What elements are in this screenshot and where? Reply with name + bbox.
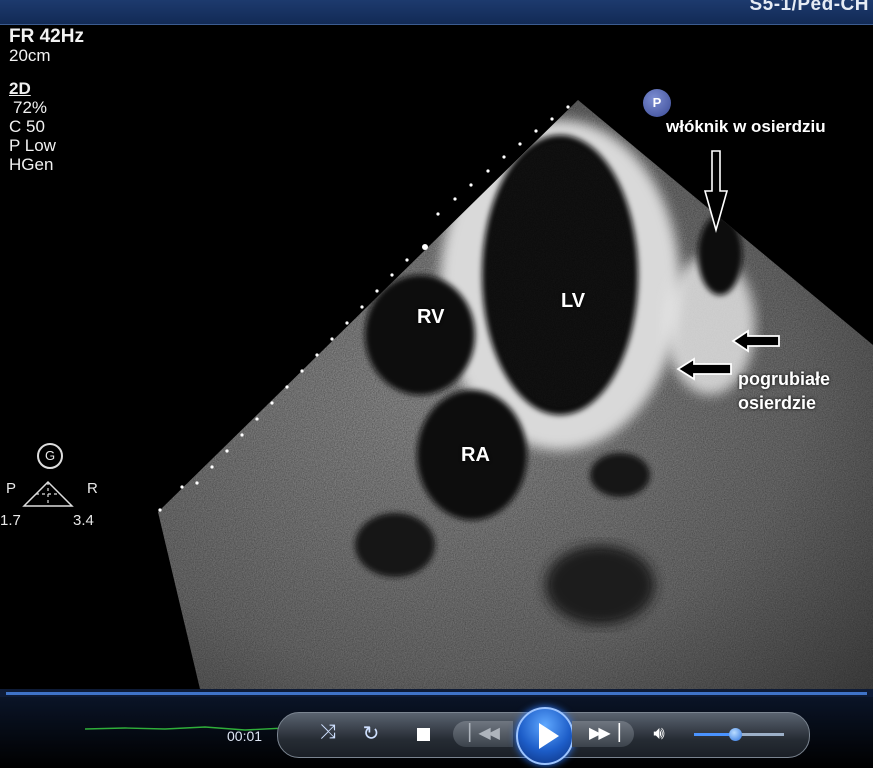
thickened-pericardium-annotation: pogrubiałe osierdzie xyxy=(738,367,830,415)
play-icon xyxy=(539,723,559,749)
annotation-line-2: osierdzie xyxy=(738,393,817,413)
seek-bar[interactable] xyxy=(0,689,873,697)
frame-rate: FR 42Hz xyxy=(9,26,84,47)
annotation-line-1: pogrubiałe xyxy=(738,369,831,389)
repeat-icon: ↻ xyxy=(362,723,380,745)
gain: 72% xyxy=(13,98,48,117)
compression: C 50 xyxy=(9,117,45,136)
imaging-mode: 2D xyxy=(9,79,31,98)
orientation-indicator: G P R 1.7 3.4 xyxy=(0,440,110,530)
shuffle-icon: ⤨ xyxy=(320,721,336,743)
frequency: HGen xyxy=(9,155,54,174)
stop-icon xyxy=(416,728,430,741)
mute-button[interactable]: 🔊︎ xyxy=(647,723,671,747)
volume-slider[interactable] xyxy=(694,728,784,741)
title-bar: S5-1/Ped-CH xyxy=(0,0,873,25)
shuffle-button[interactable]: ⤨ xyxy=(313,721,343,747)
previous-icon: ▏◀◀ xyxy=(469,725,500,742)
acquisition-parameters: FR 42Hz 20cm 2D 72% C 50 P Low HGen xyxy=(9,27,84,174)
power: P Low xyxy=(9,136,56,155)
next-icon: ▶▶▕ xyxy=(589,725,620,742)
orientation-right-label: R xyxy=(87,480,98,497)
orientation-right-value: 3.4 xyxy=(73,512,94,529)
ultrasound-viewport: FR 42Hz 20cm 2D 72% C 50 P Low HGen P wł… xyxy=(0,25,873,689)
volume-knob[interactable] xyxy=(728,728,742,741)
playback-time: 00:01 xyxy=(227,728,263,744)
media-player-controls: 00:01 ⤨ ↻ ▏◀◀ ▶▶▕ 🔊︎ xyxy=(0,697,873,768)
previous-button[interactable]: ▏◀◀ xyxy=(453,721,513,747)
orientation-left-label: P xyxy=(6,480,17,497)
probe-preset-title: S5-1/Ped-CH xyxy=(749,0,869,15)
seek-track[interactable] xyxy=(6,692,867,695)
play-button[interactable] xyxy=(516,707,574,765)
lv-label: LV xyxy=(561,290,586,312)
ra-label: RA xyxy=(461,444,490,466)
orientation-left-value: 1.7 xyxy=(0,512,21,529)
depth: 20cm xyxy=(9,46,51,65)
fibrin-annotation: włóknik w osierdziu xyxy=(666,117,826,136)
next-button[interactable]: ▶▶▕ xyxy=(572,721,634,747)
rv-label: RV xyxy=(417,306,445,328)
volume-icon: 🔊︎ xyxy=(653,723,665,743)
stop-button[interactable] xyxy=(414,725,432,743)
probe-orientation-marker: P xyxy=(643,89,671,117)
repeat-button[interactable]: ↻ xyxy=(356,721,386,747)
right-ventricle-cavity xyxy=(365,275,475,395)
